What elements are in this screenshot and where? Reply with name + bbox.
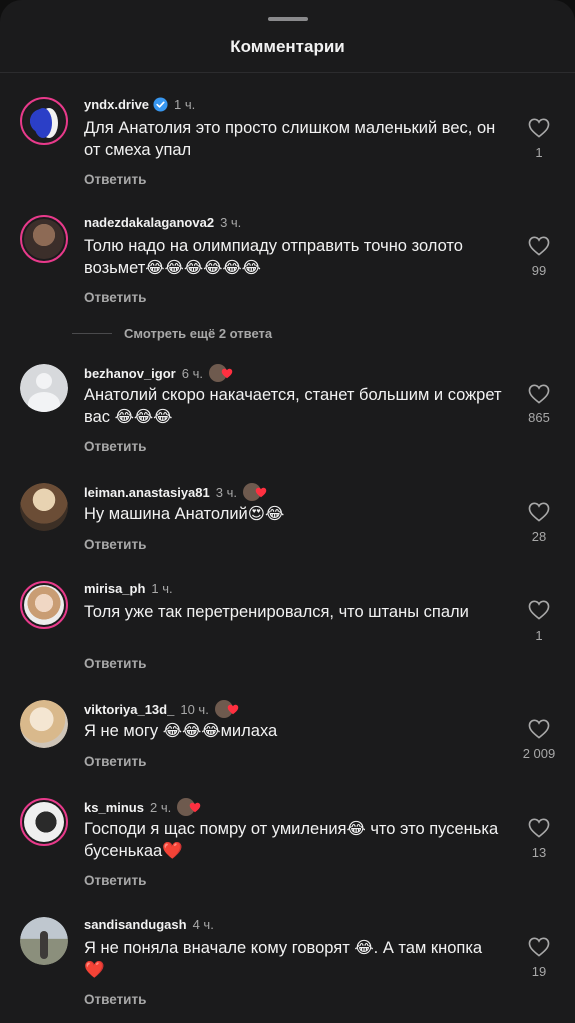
reply-button[interactable]: Ответить — [84, 992, 146, 1007]
avatar[interactable] — [20, 700, 68, 748]
comment-meta: viktoriya_13d_ 10 ч. — [84, 700, 243, 718]
comment-text: Ну машина Анатолий😍😂 — [84, 505, 285, 523]
comment-text: Я не поняла вначале кому говорят 😂. А та… — [84, 939, 483, 979]
username[interactable]: bezhanov_igor — [84, 366, 176, 381]
heart-outline-icon — [528, 502, 550, 522]
like-button[interactable] — [524, 118, 554, 138]
comment-meta: yndx.drive 1 ч. — [84, 97, 195, 112]
avatar[interactable] — [20, 97, 68, 145]
username[interactable]: ks_minus — [84, 800, 144, 815]
comment-meta: leiman.anastasiya81 3 ч. — [84, 483, 271, 501]
like-count: 1 — [535, 145, 543, 160]
like-button[interactable] — [524, 384, 554, 404]
timestamp: 1 ч. — [151, 581, 173, 596]
comment-meta: mirisa_ph 1 ч. — [84, 581, 173, 596]
like-button[interactable] — [524, 719, 554, 739]
avatar[interactable] — [20, 483, 68, 531]
creator-liked-badge — [208, 364, 237, 382]
comment-meta: nadezdakalaganova2 3 ч. — [84, 215, 241, 230]
username[interactable]: leiman.anastasiya81 — [84, 485, 210, 500]
username[interactable]: mirisa_ph — [84, 581, 145, 596]
avatar[interactable] — [20, 364, 68, 412]
verified-badge-icon — [153, 97, 168, 112]
like-count: 19 — [531, 964, 547, 979]
heart-outline-icon — [528, 818, 550, 838]
reply-button[interactable]: Ответить — [84, 656, 146, 671]
more-replies-label: Смотреть ещё 2 ответа — [124, 326, 273, 341]
heart-filled-icon — [255, 487, 267, 498]
avatar[interactable] — [20, 798, 68, 846]
reply-button[interactable]: Ответить — [84, 290, 146, 305]
avatar[interactable] — [20, 917, 68, 965]
username[interactable]: viktoriya_13d_ — [84, 702, 174, 717]
creator-liked-badge — [214, 700, 243, 718]
reply-button[interactable]: Ответить — [84, 439, 146, 454]
heart-filled-icon — [221, 368, 233, 379]
sheet-title: Комментарии — [230, 37, 345, 56]
like-button[interactable] — [524, 236, 554, 256]
heart-outline-icon — [528, 937, 550, 957]
like-count: 13 — [531, 845, 547, 860]
creator-liked-badge — [242, 483, 271, 501]
timestamp: 1 ч. — [174, 97, 196, 112]
like-button[interactable] — [524, 937, 554, 957]
like-count: 99 — [531, 263, 547, 278]
avatar[interactable] — [20, 581, 68, 629]
timestamp: 10 ч. — [180, 701, 209, 717]
comment-text: Толю надо на олимпиаду отправить точно з… — [84, 237, 463, 277]
comment-text: Господи я щас помру от умиления😂 что это… — [84, 820, 499, 860]
heart-outline-icon — [528, 600, 550, 620]
view-more-replies[interactable]: Смотреть ещё 2 ответа — [72, 326, 272, 341]
divider — [0, 72, 575, 73]
timestamp: 3 ч. — [215, 484, 237, 500]
comment-meta: sandisandugash 4 ч. — [84, 917, 214, 932]
comments-sheet: Комментарии yndx.drive 1 ч. Для Анатолия… — [0, 0, 575, 1023]
username[interactable]: nadezdakalaganova2 — [84, 215, 214, 230]
creator-liked-badge — [177, 798, 205, 816]
like-count: 2 009 — [522, 746, 556, 761]
reply-button[interactable]: Ответить — [84, 754, 146, 769]
avatar[interactable] — [20, 215, 68, 263]
heart-outline-icon — [528, 118, 550, 138]
heart-outline-icon — [528, 236, 550, 256]
like-count: 28 — [531, 529, 547, 544]
like-button[interactable] — [524, 600, 554, 620]
drag-handle[interactable] — [268, 17, 308, 21]
like-button[interactable] — [524, 818, 554, 838]
comment-text: Анатолий скоро накачается, станет больши… — [84, 386, 502, 426]
heart-outline-icon — [528, 384, 550, 404]
like-count: 865 — [528, 410, 550, 425]
like-count: 1 — [535, 628, 543, 643]
comment-meta: bezhanov_igor 6 ч. — [84, 364, 237, 382]
username[interactable]: sandisandugash — [84, 917, 187, 932]
heart-filled-icon — [189, 802, 201, 813]
timestamp: 2 ч. — [149, 799, 172, 815]
reply-button[interactable]: Ответить — [84, 873, 146, 888]
comment-meta: ks_minus 2 ч. — [84, 798, 205, 816]
comment-text: Для Анатолия это просто слишком маленьки… — [84, 119, 496, 159]
comment-text: Я не могу 😂😂😂милаха — [84, 722, 278, 740]
timestamp: 3 ч. — [220, 215, 242, 230]
heart-outline-icon — [528, 719, 550, 739]
more-replies-line — [72, 333, 112, 334]
timestamp: 4 ч. — [192, 917, 214, 932]
reply-button[interactable]: Ответить — [84, 537, 146, 552]
timestamp: 6 ч. — [181, 365, 203, 381]
heart-filled-icon — [227, 704, 239, 715]
like-button[interactable] — [524, 502, 554, 522]
reply-button[interactable]: Ответить — [84, 172, 146, 187]
comment-text: Толя уже так перетренировался, что штаны… — [84, 603, 469, 621]
username[interactable]: yndx.drive — [84, 97, 149, 112]
